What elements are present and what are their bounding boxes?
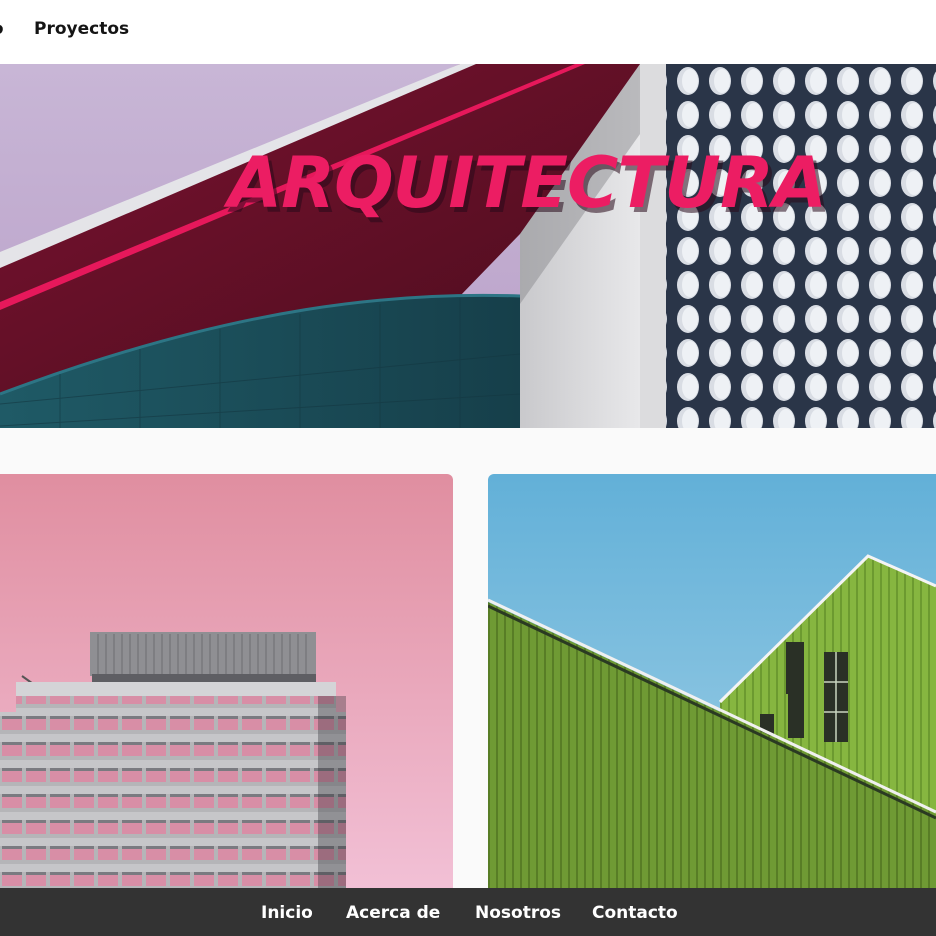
nav-link-proyectos[interactable]: Proyectos	[34, 19, 129, 39]
footer-link-acerca-de[interactable]: Acerca de	[346, 903, 440, 923]
nav-link-inicio[interactable]: io	[0, 19, 4, 39]
hero-banner: ARQUITECTURA	[0, 64, 936, 428]
project-card-pink[interactable]	[0, 474, 453, 936]
footer-link-nosotros[interactable]: Nosotros	[475, 903, 561, 923]
hero-image	[0, 64, 936, 428]
footer-link-contacto[interactable]: Contacto	[592, 903, 678, 923]
pink-building-image	[0, 474, 453, 936]
page: io Proyectos	[0, 0, 936, 936]
footer-nav: Inicio Acerca de Nosotros Contacto	[0, 888, 936, 936]
green-building-image	[488, 474, 936, 936]
hero-title: ARQUITECTURA	[228, 142, 827, 224]
project-card-green[interactable]	[488, 474, 936, 936]
footer-link-inicio[interactable]: Inicio	[261, 903, 313, 923]
top-nav: io Proyectos	[0, 0, 936, 64]
